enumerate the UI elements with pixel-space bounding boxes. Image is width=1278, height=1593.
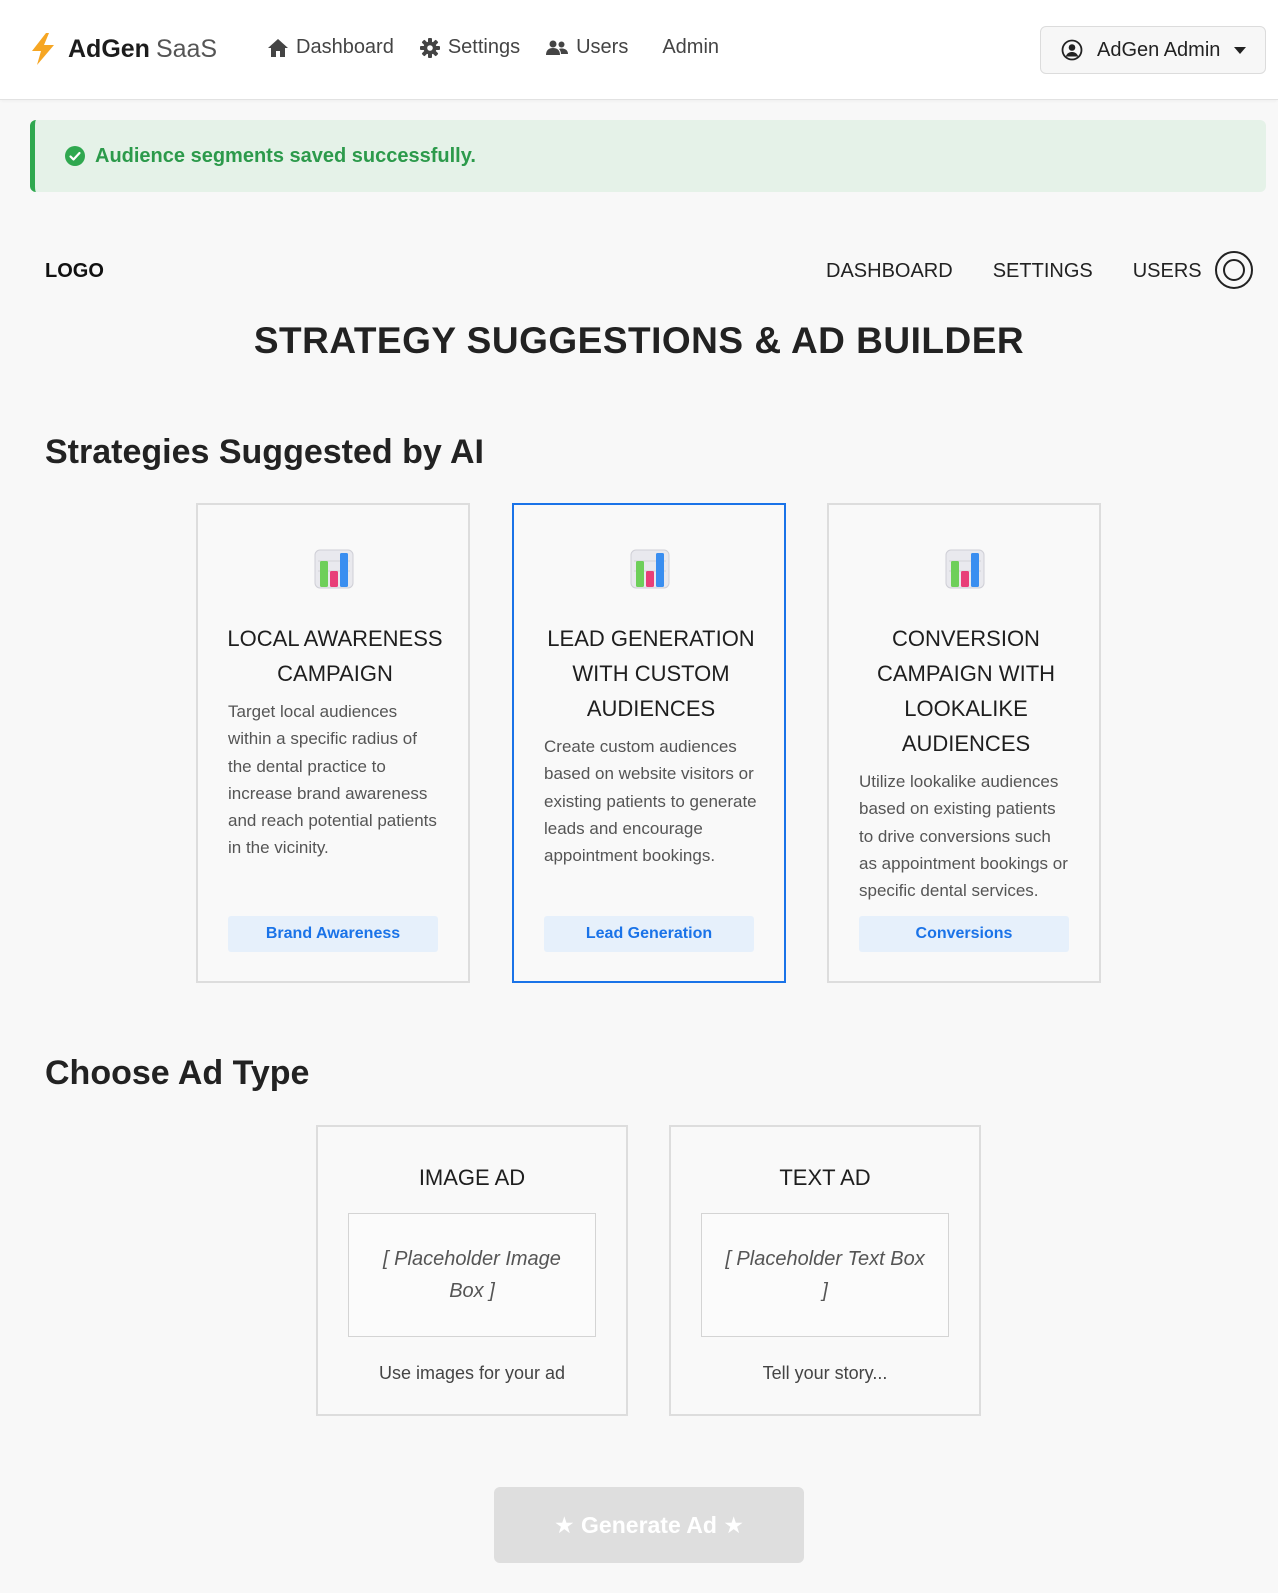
page-title: STRATEGY SUGGESTIONS & AD BUILDER [253, 320, 1025, 361]
ad-type-text[interactable]: TEXT AD [ Placeholder Text Box ] Tell yo… [669, 1125, 981, 1416]
strategy-card-lead-generation[interactable]: LEAD GENERATION WITH CUSTOM AUDIENCES Cr… [512, 503, 786, 983]
strategy-title: LEAD GENERATION WITH CUSTOM AUDIENCES [547, 626, 755, 721]
profile-icon[interactable] [1215, 251, 1253, 289]
nav-users[interactable]: Users [546, 36, 628, 59]
nav-admin[interactable]: Admin [662, 36, 719, 59]
ad-type-title: IMAGE AD [418, 1165, 526, 1190]
inner-nav-users[interactable]: USERS [1133, 260, 1202, 283]
ad-type-caption: Use images for your ad [378, 1363, 566, 1383]
bar-chart-icon [945, 549, 985, 589]
user-menu-label: AdGen Admin [1097, 38, 1221, 61]
inner-nav-dashboard[interactable]: DASHBOARD [826, 260, 953, 283]
bar-chart-icon [630, 549, 670, 589]
gear-icon [419, 37, 440, 58]
brand-suffix: SaaS [155, 34, 218, 63]
lightning-bolt-icon [32, 33, 54, 65]
strategy-tag-conversions[interactable]: Conversions [859, 916, 1069, 952]
chevron-down-icon [1234, 46, 1247, 54]
strategy-description: Create custom audiences based on website… [544, 737, 757, 866]
nav-users-label: Users [576, 36, 629, 58]
ad-type-image[interactable]: IMAGE AD [ Placeholder Image Box ] Use i… [316, 1125, 628, 1416]
main-nav: Dashboard Settings Users Admin [268, 36, 745, 59]
strategy-title: CONVERSION CAMPAIGN WITH LOOKALIKE AUDIE… [876, 626, 1056, 756]
inner-nav: DASHBOARD SETTINGS USERS [826, 260, 1242, 283]
check-circle-icon [65, 146, 85, 166]
inner-logo[interactable]: LOGO [45, 260, 104, 283]
user-circle-icon [1061, 39, 1083, 61]
text-placeholder-box: [ Placeholder Text Box ] [701, 1213, 949, 1337]
top-navbar: AdGen SaaS Dashboard Settings Users Admi… [0, 0, 1278, 100]
success-alert: Audience segments saved successfully. [30, 120, 1266, 192]
strategy-description: Utilize lookalike audiences based on exi… [859, 772, 1068, 901]
generate-ad-button[interactable]: ★ Generate Ad ★ [494, 1487, 804, 1563]
strategy-description: Target local audiences within a specific… [228, 702, 437, 858]
nav-settings-label: Settings [447, 36, 521, 58]
ad-type-title: TEXT AD [779, 1165, 871, 1190]
users-icon [546, 40, 569, 55]
strategy-title: LOCAL AWARENESS CAMPAIGN [227, 626, 443, 686]
brand-name: AdGen [68, 34, 150, 63]
ad-type-heading: Choose Ad Type [45, 1054, 310, 1092]
brand[interactable]: AdGen SaaS [30, 33, 217, 65]
strategy-tag-lead-generation[interactable]: Lead Generation [544, 916, 754, 952]
nav-settings[interactable]: Settings [419, 36, 521, 59]
user-menu-button[interactable]: AdGen Admin [1040, 26, 1266, 74]
ad-type-caption: Tell your story... [762, 1363, 888, 1383]
profile-icon-inner [1223, 259, 1245, 281]
strategy-card-conversion[interactable]: CONVERSION CAMPAIGN WITH LOOKALIKE AUDIE… [827, 503, 1101, 983]
strategy-tag-brand-awareness[interactable]: Brand Awareness [228, 916, 438, 952]
nav-admin-label: Admin [662, 36, 720, 58]
home-icon [268, 38, 288, 57]
strategies-heading: Strategies Suggested by AI [45, 433, 484, 471]
alert-message: Audience segments saved successfully. [95, 144, 476, 167]
inner-nav-settings[interactable]: SETTINGS [993, 260, 1093, 283]
bar-chart-icon [314, 549, 354, 589]
nav-dashboard-label: Dashboard [296, 36, 394, 58]
image-placeholder-box: [ Placeholder Image Box ] [348, 1213, 596, 1337]
nav-dashboard[interactable]: Dashboard [268, 36, 394, 59]
strategy-card-local-awareness[interactable]: LOCAL AWARENESS CAMPAIGN Target local au… [196, 503, 470, 983]
